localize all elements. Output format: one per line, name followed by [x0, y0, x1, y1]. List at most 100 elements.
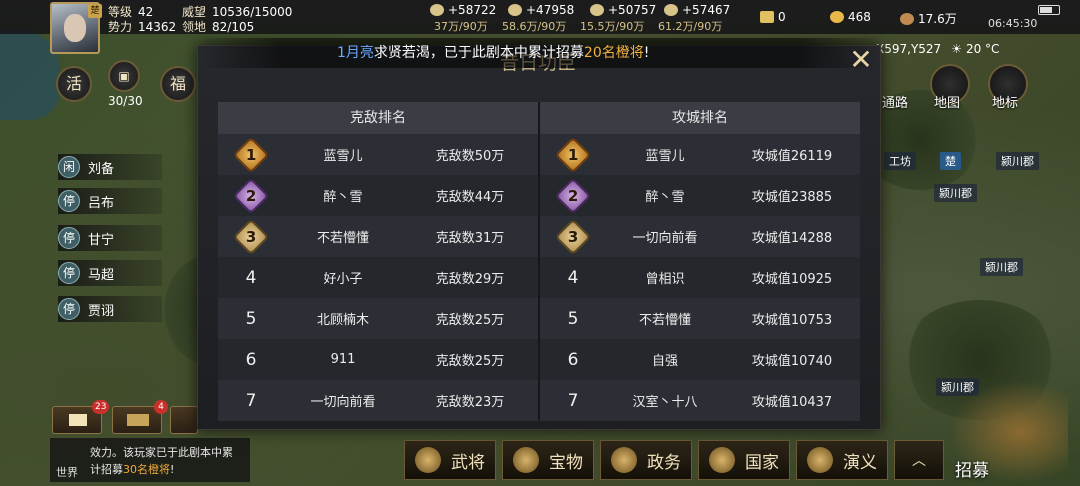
- rank-cell: 1: [218, 136, 284, 173]
- player-name[interactable]: 一切向前看: [606, 227, 724, 246]
- player-name[interactable]: 蓝雪儿: [284, 145, 402, 164]
- tab-nation[interactable]: 国家: [698, 440, 790, 480]
- map-coordinates: X597,Y527 ☀ 20 °C: [876, 42, 1000, 56]
- player-name[interactable]: 911: [284, 352, 402, 367]
- grain-icon: [664, 4, 678, 16]
- resource-iron[interactable]: +47958: [508, 3, 574, 17]
- player-name[interactable]: 不若懵懂: [606, 309, 724, 328]
- ranking-value: 克敌数25万: [435, 354, 505, 369]
- map-label-city[interactable]: 颍川郡: [996, 152, 1039, 170]
- tab-romance[interactable]: 演义: [796, 440, 888, 480]
- rank-cell: 4: [245, 267, 257, 288]
- activity-button[interactable]: 活: [56, 66, 92, 102]
- resource-grain[interactable]: +57467: [664, 3, 730, 17]
- rank-medal-icon: 3: [232, 218, 270, 255]
- hero-name: 吕布: [88, 195, 115, 211]
- iron-icon: [508, 4, 522, 16]
- siege-ranking-header: 攻城排名: [540, 102, 860, 134]
- gold-bar-currency[interactable]: 0: [760, 10, 786, 24]
- close-icon[interactable]: ✕: [846, 46, 876, 76]
- resource-iron-cap: 58.6万/90万: [502, 20, 567, 33]
- tab-treasure[interactable]: 宝物: [502, 440, 594, 480]
- hero-item[interactable]: 停贾诩: [58, 296, 162, 322]
- map-label-city[interactable]: 颍川郡: [980, 258, 1023, 276]
- hero-item[interactable]: 停甘宁: [58, 225, 162, 251]
- map-label-workshop[interactable]: 工坊: [884, 152, 916, 170]
- ranking-row[interactable]: 2 醉丶雪 攻城值23885: [540, 175, 860, 216]
- broadcast-ticker: 1月亮求贤若渴，已于此剧本中累计招募20名橙将!: [200, 38, 880, 68]
- copper-currency[interactable]: 17.6万: [900, 10, 957, 27]
- tab-affairs[interactable]: 政务: [600, 440, 692, 480]
- more-button[interactable]: [170, 406, 198, 434]
- rank-cell: 7: [567, 390, 579, 411]
- kill-ranking-list: 1 蓝雪儿 克敌数50万 2 醉丶雪 克敌数44万 3 不若懵懂 克敌数31万 4 好小子 克敌数29…: [218, 134, 538, 421]
- player-name[interactable]: 曾相识: [606, 268, 724, 287]
- player-name[interactable]: 不若懵懂: [284, 227, 402, 246]
- ranking-row[interactable]: 5 北顾楠木 克敌数25万: [218, 298, 538, 339]
- ranking-value: 攻城值10740: [751, 354, 833, 369]
- hero-status-tag: 闲: [58, 156, 80, 178]
- player-name[interactable]: 北顾楠木: [284, 309, 402, 328]
- player-name[interactable]: 好小子: [284, 268, 402, 287]
- chat-line-1: 效力。该玩家已于此剧本中累: [90, 446, 233, 459]
- hero-item[interactable]: 停吕布: [58, 188, 162, 214]
- chat-channel[interactable]: 世界: [56, 464, 78, 480]
- rank-cell: 2: [540, 177, 606, 214]
- map-label-city[interactable]: 颍川郡: [934, 184, 977, 202]
- ranking-row[interactable]: 1 蓝雪儿 攻城值26119: [540, 134, 860, 175]
- resource-wood[interactable]: +58722: [430, 3, 496, 17]
- hero-item[interactable]: 停马超: [58, 260, 162, 286]
- ranking-row[interactable]: 4 好小子 克敌数29万: [218, 257, 538, 298]
- hero-name: 甘宁: [88, 232, 115, 248]
- faction-badge: 楚: [88, 4, 102, 18]
- ranking-row[interactable]: 1 蓝雪儿 克敌数50万: [218, 134, 538, 175]
- rank-cell: 4: [567, 267, 579, 288]
- welfare-button[interactable]: 福: [160, 66, 196, 102]
- kill-ranking-header: 克敌排名: [218, 102, 538, 134]
- action-count: 30/30: [108, 94, 143, 108]
- book-icon: [807, 447, 833, 473]
- ranking-row[interactable]: 6 自强 攻城值10740: [540, 339, 860, 380]
- gold-bar-icon: [760, 11, 774, 23]
- sun-icon: ☀: [951, 42, 962, 56]
- ranking-row[interactable]: 2 醉丶雪 克敌数44万: [218, 175, 538, 216]
- collapse-button[interactable]: ︿: [894, 440, 944, 480]
- hero-name: 贾诩: [88, 303, 115, 319]
- player-name[interactable]: 醉丶雪: [284, 186, 402, 205]
- player-name[interactable]: 蓝雪儿: [606, 145, 724, 164]
- landmark-button-label: 地标: [992, 96, 1019, 111]
- hero-item[interactable]: 闲刘备: [58, 154, 162, 180]
- ranking-row[interactable]: 3 不若懵懂 克敌数31万: [218, 216, 538, 257]
- wood-icon: [430, 4, 444, 16]
- ranking-value: 克敌数31万: [435, 231, 505, 246]
- ranking-row[interactable]: 6 911 克敌数25万: [218, 339, 538, 380]
- scroll-icon[interactable]: ▣: [108, 60, 140, 92]
- ranking-value: 攻城值10437: [751, 395, 833, 410]
- player-name[interactable]: 醉丶雪: [606, 186, 724, 205]
- resource-stone-cap: 15.5万/90万: [580, 20, 645, 33]
- chat-panel[interactable]: 世界 效力。该玩家已于此剧本中累 计招募30名橙将!: [50, 438, 250, 482]
- map-label-faction: 楚: [940, 152, 961, 170]
- ranking-row[interactable]: 3 一切向前看 攻城值14288: [540, 216, 860, 257]
- player-name[interactable]: 自强: [606, 350, 724, 369]
- rank-cell: 7: [245, 390, 257, 411]
- hero-name: 马超: [88, 267, 115, 283]
- mail-badge: 23: [92, 400, 110, 414]
- hero-status-tag: 停: [58, 298, 80, 320]
- ranking-row[interactable]: 5 不若懵懂 攻城值10753: [540, 298, 860, 339]
- coin-currency[interactable]: 468: [830, 10, 871, 24]
- resource-stone[interactable]: +50757: [590, 3, 656, 17]
- ranking-row[interactable]: 7 一切向前看 克敌数23万: [218, 380, 538, 421]
- tab-generals[interactable]: 武将: [404, 440, 496, 480]
- hero-status-tag: 停: [58, 227, 80, 249]
- ranking-row[interactable]: 7 汉室丶十八 攻城值10437: [540, 380, 860, 421]
- player-name[interactable]: 一切向前看: [284, 391, 402, 410]
- rank-medal-icon: 3: [554, 218, 592, 255]
- rank-cell: 3: [218, 218, 284, 255]
- road-button-label[interactable]: 通路: [882, 92, 908, 111]
- ranking-value: 克敌数44万: [435, 190, 505, 205]
- ranking-row[interactable]: 4 曾相识 攻城值10925: [540, 257, 860, 298]
- territory-stat[interactable]: 领地 82/105: [182, 18, 254, 35]
- rank-cell: 3: [540, 218, 606, 255]
- player-name[interactable]: 汉室丶十八: [606, 391, 724, 410]
